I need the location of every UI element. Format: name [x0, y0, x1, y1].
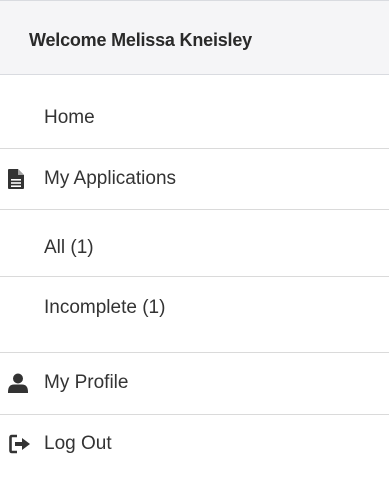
nav-item-incomplete[interactable]: Incomplete (1) — [0, 277, 389, 353]
nav-item-log-out[interactable]: Log Out — [0, 415, 389, 488]
file-icon — [8, 169, 28, 189]
sign-out-icon — [9, 434, 30, 454]
nav-item-my-applications[interactable]: My Applications — [0, 149, 389, 210]
welcome-header: Welcome Melissa Kneisley — [0, 0, 389, 75]
nav-item-home-label: Home — [44, 107, 95, 128]
nav-item-log-out-label: Log Out — [44, 433, 112, 454]
nav-item-my-profile[interactable]: My Profile — [0, 353, 389, 415]
user-icon — [8, 373, 28, 393]
nav-item-incomplete-label: Incomplete (1) — [44, 297, 166, 318]
nav-item-my-profile-label: My Profile — [44, 372, 129, 393]
welcome-text: Welcome Melissa Kneisley — [29, 30, 252, 50]
nav-item-all[interactable]: All (1) — [0, 210, 389, 277]
sidebar-menu: Welcome Melissa Kneisley Home My Applica… — [0, 0, 389, 488]
nav-item-all-label: All (1) — [44, 237, 94, 258]
nav-item-home[interactable]: Home — [0, 75, 389, 149]
nav-item-my-applications-label: My Applications — [44, 168, 177, 189]
